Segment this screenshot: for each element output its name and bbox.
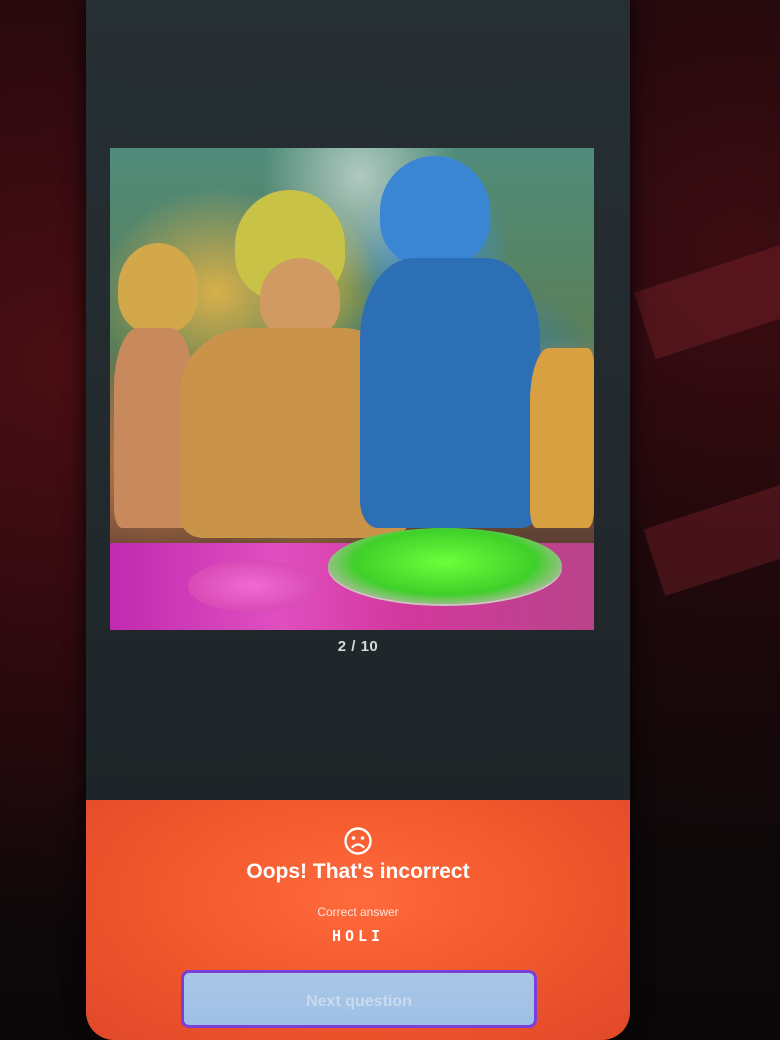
next-question-button[interactable]: Next question	[181, 970, 537, 1028]
quiz-area: 2 / 10	[86, 0, 630, 800]
phone-screen: 2 / 10 Oops! That's incorrect Correct an…	[86, 0, 630, 1040]
quiz-image	[110, 148, 594, 630]
result-panel: Oops! That's incorrect Correct answer HO…	[86, 800, 630, 1040]
background-stripe	[643, 473, 780, 597]
correct-answer-label: Correct answer	[317, 905, 399, 919]
child-figure	[360, 258, 540, 528]
result-title: Oops! That's incorrect	[246, 860, 470, 883]
child-figure	[260, 258, 340, 338]
child-figure	[530, 348, 594, 528]
child-figure	[380, 156, 490, 266]
background-stripe	[634, 230, 780, 360]
pink-powder-plate	[188, 560, 318, 612]
correct-answer-value: HOLI	[331, 927, 385, 945]
question-counter: 2 / 10	[337, 638, 379, 655]
child-figure	[118, 243, 198, 333]
sad-face-icon	[344, 827, 372, 855]
green-powder-plate	[328, 528, 562, 604]
